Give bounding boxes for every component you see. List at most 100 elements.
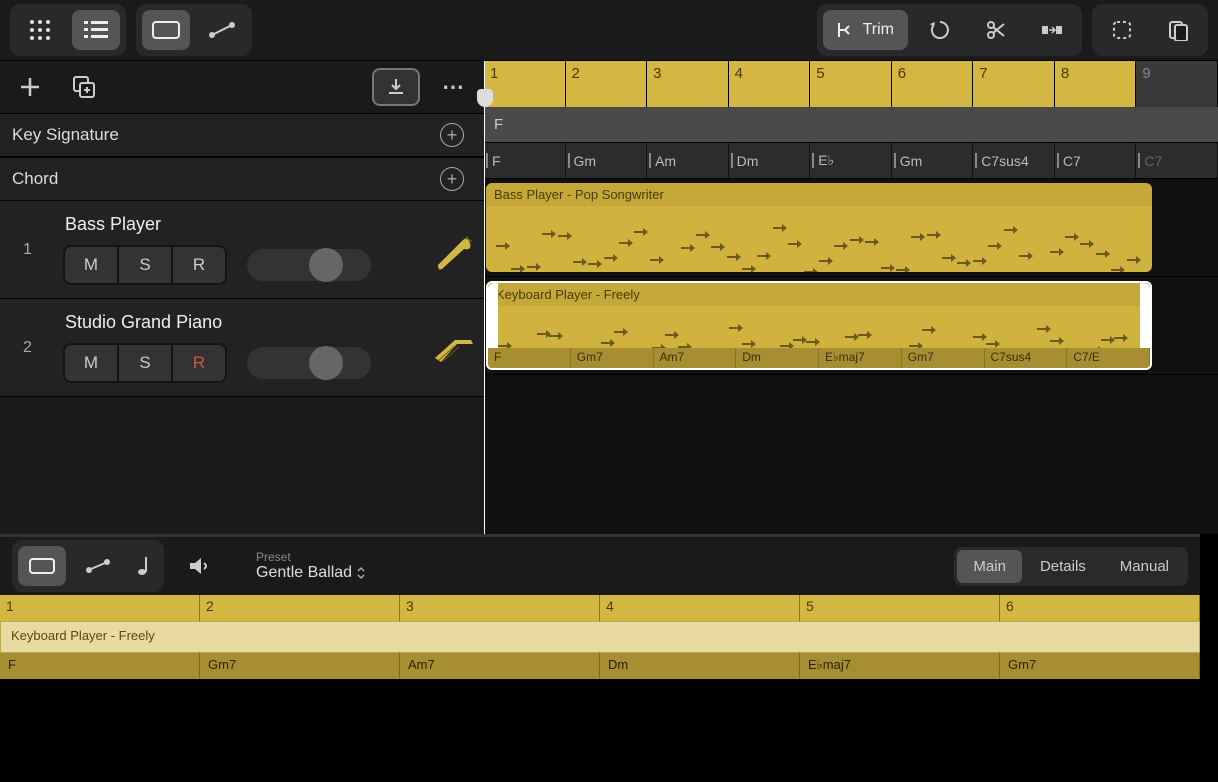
timeline-panel: 123456789 F FGmAmDmE♭GmC7sus4C7C7 Bass P… [484, 61, 1218, 534]
editor-ruler-bar[interactable]: 2 [200, 595, 400, 621]
more-options-button[interactable]: ⋯ [434, 67, 474, 107]
editor-toolbar: Preset Gentle Ballad MainDetailsManual [0, 537, 1200, 595]
volume-slider[interactable] [247, 249, 371, 281]
editor-automation-button[interactable] [74, 546, 122, 586]
editor-chord-cell[interactable]: F [0, 653, 200, 679]
volume-knob[interactable] [309, 346, 343, 380]
chord-cell[interactable]: C7sus4 [973, 143, 1055, 178]
tab-manual[interactable]: Manual [1104, 550, 1185, 583]
playhead[interactable] [484, 61, 485, 534]
track-2-lane[interactable]: Keyboard Player - Freely FGm7Am7DmE♭maj7… [484, 277, 1218, 375]
ruler-bar-8[interactable]: 8 [1055, 61, 1137, 107]
tab-details[interactable]: Details [1024, 550, 1102, 583]
chord-row[interactable]: Chord + [0, 157, 484, 201]
add-chord-button[interactable]: + [440, 167, 464, 191]
record-enable-button[interactable]: R [173, 345, 225, 381]
editor-region-title: Keyboard Player - Freely [11, 628, 155, 643]
chord-cell[interactable]: F [484, 143, 566, 178]
chord-cell[interactable]: C7 [1136, 143, 1218, 178]
editor-region[interactable]: Keyboard Player - Freely [0, 621, 1200, 653]
select-button[interactable] [1098, 10, 1146, 50]
editor-chord-cell[interactable]: Dm [600, 653, 800, 679]
key-signature-row[interactable]: Key Signature + [0, 113, 484, 157]
track-row-1[interactable]: 1Bass Player MSR [0, 201, 484, 299]
tab-main[interactable]: Main [957, 550, 1022, 583]
bar-ruler[interactable]: 123456789 [484, 61, 1218, 107]
solo-button[interactable]: S [119, 345, 171, 381]
midi-preview [496, 207, 1142, 268]
track-name: Bass Player [55, 214, 422, 235]
editor-notation-button[interactable] [130, 546, 158, 586]
chord-lane[interactable]: FGmAmDmE♭GmC7sus4C7C7 [484, 143, 1218, 179]
split-button[interactable] [972, 10, 1020, 50]
volume-slider[interactable] [247, 347, 371, 379]
ruler-bar-9[interactable]: 9 [1136, 61, 1218, 107]
ruler-bar-2[interactable]: 2 [566, 61, 648, 107]
chord-cell[interactable]: Dm [729, 143, 811, 178]
inner-chord: Gm7 [571, 348, 654, 368]
ruler-bar-7[interactable]: 7 [973, 61, 1055, 107]
top-toolbar: Trim [0, 0, 1218, 61]
editor-ruler-bar[interactable]: 1 [0, 595, 200, 621]
region-title: Bass Player - Pop Songwriter [486, 183, 1152, 206]
editor-ruler-bar[interactable]: 3 [400, 595, 600, 621]
loop-button[interactable] [916, 10, 964, 50]
chord-cell[interactable]: Gm [566, 143, 648, 178]
track-name: Studio Grand Piano [55, 312, 422, 333]
join-button[interactable] [1028, 10, 1076, 50]
mute-button[interactable]: M [65, 345, 117, 381]
editor-chord-strip: FGm7Am7DmE♭maj7Gm7 [0, 653, 1200, 679]
list-view-button[interactable] [72, 10, 120, 50]
ruler-bar-4[interactable]: 4 [729, 61, 811, 107]
record-enable-button[interactable]: R [173, 247, 225, 283]
track-list-header: ⋯ [0, 61, 484, 113]
editor-chord-cell[interactable]: Am7 [400, 653, 600, 679]
edit-tools-group: Trim [817, 4, 1082, 56]
key-lane[interactable]: F [484, 107, 1218, 143]
trim-button[interactable]: Trim [823, 10, 908, 50]
chord-cell[interactable]: Gm [892, 143, 974, 178]
editor-chord-cell[interactable]: E♭maj7 [800, 653, 1000, 679]
editor-chord-cell[interactable]: Gm7 [200, 653, 400, 679]
preset-label: Preset [256, 550, 366, 564]
automation-view-button[interactable] [198, 10, 246, 50]
instrument-icon[interactable] [422, 330, 484, 366]
region-view-button[interactable] [142, 10, 190, 50]
region-mode-group [136, 4, 252, 56]
region-title: Keyboard Player - Freely [488, 283, 1150, 306]
chord-cell[interactable]: E♭ [810, 143, 892, 178]
paste-button[interactable] [1154, 10, 1202, 50]
editor-ruler-bar[interactable]: 5 [800, 595, 1000, 621]
ruler-bar-6[interactable]: 6 [892, 61, 974, 107]
volume-knob[interactable] [309, 248, 343, 282]
ruler-bar-3[interactable]: 3 [647, 61, 729, 107]
editor-chord-cell[interactable]: Gm7 [1000, 653, 1200, 679]
instrument-icon[interactable] [422, 229, 484, 271]
preset-selector[interactable]: Preset Gentle Ballad [256, 550, 366, 582]
ruler-bar-1[interactable]: 1 [484, 61, 566, 107]
keys-region[interactable]: Keyboard Player - Freely FGm7Am7DmE♭maj7… [486, 281, 1152, 370]
duplicate-track-button[interactable] [64, 67, 104, 107]
grid-view-button[interactable] [16, 10, 64, 50]
ruler-bar-5[interactable]: 5 [810, 61, 892, 107]
solo-button[interactable]: S [119, 247, 171, 283]
editor-ruler-bar[interactable]: 4 [600, 595, 800, 621]
mute-button[interactable]: M [65, 247, 117, 283]
editor-ruler-bar[interactable]: 6 [1000, 595, 1200, 621]
editor-region-view-button[interactable] [18, 546, 66, 586]
track-number: 1 [0, 241, 55, 259]
chord-cell[interactable]: Am [647, 143, 729, 178]
mute-preview-button[interactable] [176, 546, 224, 586]
bass-region[interactable]: Bass Player - Pop Songwriter [486, 183, 1152, 272]
add-key-signature-button[interactable]: + [440, 123, 464, 147]
track-1-lane[interactable]: Bass Player - Pop Songwriter [484, 179, 1218, 277]
chord-cell[interactable]: C7 [1055, 143, 1137, 178]
track-row-2[interactable]: 2Studio Grand PianoMSR [0, 299, 484, 397]
msr-group: MSR [63, 245, 227, 285]
import-button[interactable] [372, 68, 420, 106]
inner-chord: C7/E [1067, 348, 1150, 368]
editor-ruler[interactable]: 123456 [0, 595, 1200, 621]
editor-tabs: MainDetailsManual [954, 547, 1188, 586]
add-track-button[interactable] [10, 67, 50, 107]
msr-group: MSR [63, 343, 227, 383]
